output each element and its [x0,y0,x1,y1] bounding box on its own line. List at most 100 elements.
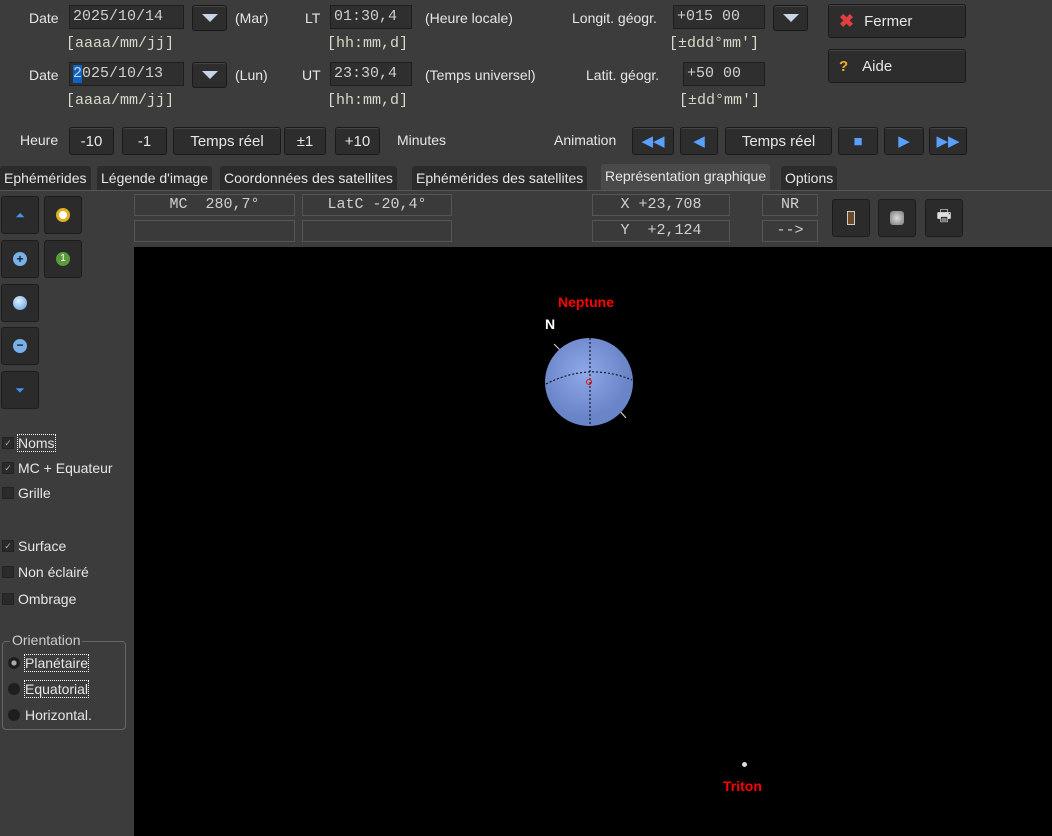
radio-label: Equatorial [23,680,90,698]
moon-label: Triton [723,778,762,794]
checkbox-mc-equateur[interactable]: ✓ MC + Equateur [2,460,113,476]
minus-1-button[interactable]: -1 [122,127,167,155]
date-lt-dropdown[interactable] [192,5,227,31]
lt-desc: (Heure locale) [425,10,513,26]
move-bottom-button[interactable]: ⏷ [1,371,39,409]
time-format-hint: [hh:mm,d] [327,35,409,52]
longitude-input[interactable]: +015 00 [673,5,765,29]
latc-readout: LatC -20,4° [302,194,452,216]
plus-1-button[interactable]: ±1 [284,127,326,155]
close-button[interactable]: ✖ Fermer [828,4,966,38]
empty-readout-2 [302,220,452,242]
radio-planetaire[interactable]: Planétaire [8,654,90,672]
ut-input[interactable]: 23:30,4 [330,62,412,86]
time-format-hint-2: [hh:mm,d] [327,92,409,109]
tab-coordonnees[interactable]: Coordonnées des satellites [220,166,397,190]
date-lt-label: Date [29,10,59,26]
checkbox-noms[interactable]: ✓ Noms [2,434,56,452]
radio-label: Horizontal. [25,707,92,723]
latitude-input[interactable]: +50 00 [683,62,765,86]
date-format-hint: [aaaa/mm/jj] [66,35,175,52]
longitude-dropdown[interactable] [773,5,808,31]
checkbox-grille[interactable]: Grille [2,485,51,501]
tab-options[interactable]: Options [781,166,838,190]
date-ut-input[interactable]: 2025/10/13 [69,62,184,86]
rewind-fast-button[interactable]: ◀◀ [632,127,674,155]
north-label: N [545,316,556,332]
orientation-title: Orientation [10,632,83,648]
move-top-button[interactable]: ⏶ [1,196,39,234]
stop-button[interactable]: ■ [838,127,878,155]
tab-ephemerides[interactable]: Ephémérides [0,166,91,190]
checkbox-empty [2,487,14,499]
date-ut-dropdown[interactable] [192,62,227,88]
lt-label: LT [305,10,321,26]
step-back-icon: ◀ [693,133,705,150]
minus-10-button[interactable]: -10 [69,127,114,155]
checkbox-surface[interactable]: ✓ Surface [2,538,66,554]
planet-label: Neptune [558,294,614,310]
animation-realtime-button[interactable]: Temps réel [725,127,832,155]
step-forward-icon: ▶ [898,133,910,150]
empty-readout-1 [134,220,295,242]
lt-input[interactable]: 01:30,4 [330,5,412,29]
check-icon: ✓ [2,540,14,552]
date-lt-input[interactable]: 2025/10/14 [69,5,184,29]
tab-representation-graphique[interactable]: Représentation graphique [601,164,771,190]
forward-fast-button[interactable]: ▶▶ [929,127,967,155]
arrow-readout[interactable]: --> [762,220,818,242]
checkbox-label: MC + Equateur [18,460,113,476]
radio-selected-icon [8,657,20,669]
target-ring-icon [56,208,70,222]
stop-icon: ■ [853,132,863,150]
center-button[interactable] [44,196,82,234]
neptune-disk [545,338,633,426]
latitude-format-hint: [±dd°mm'] [679,92,761,109]
checkbox-empty [2,593,14,605]
nr-readout: NR [762,194,818,216]
x-readout: X +23,708 [592,194,730,216]
date-ut-label: Date [29,67,59,83]
check-icon: ✓ [2,462,14,474]
move-top-icon: ⏶ [15,207,25,222]
radio-icon [8,683,20,695]
printer-icon: 🖶 [936,207,952,225]
radio-icon [8,709,20,721]
tab-legende[interactable]: Légende d'image [97,166,212,190]
close-label: Fermer [864,12,913,30]
print-button[interactable]: 🖶 [925,199,963,237]
film-icon [847,211,855,225]
number-one-icon: 1 [56,252,70,266]
zoom-reset-button[interactable] [1,284,39,322]
weekday-ut: (Lun) [235,67,268,83]
longitude-label: Longit. géogr. [572,10,657,26]
checkbox-label: Ombrage [18,591,77,607]
realtime-button[interactable]: Temps réel [173,127,281,155]
film-button[interactable] [832,199,870,237]
check-icon: ✓ [2,437,14,449]
zoom-out-icon: − [13,339,27,353]
step-back-button[interactable]: ◀ [680,127,718,155]
radio-equatorial[interactable]: Equatorial [8,680,90,698]
step-forward-button[interactable]: ▶ [884,127,924,155]
reset-1-button[interactable]: 1 [44,240,82,278]
ut-desc: (Temps universel) [425,67,536,83]
hour-label: Heure [20,132,59,148]
plus-10-button[interactable]: +10 [335,127,380,155]
checkbox-empty [2,566,14,578]
help-label: Aide [862,57,893,75]
radio-horizontal[interactable]: Horizontal. [8,707,92,723]
zoom-in-button[interactable]: + [1,240,39,278]
zoom-out-button[interactable]: − [1,327,39,365]
checkbox-non-eclaire[interactable]: Non éclairé [2,564,89,580]
checkbox-ombrage[interactable]: Ombrage [2,591,76,607]
checkbox-label: Surface [18,538,67,554]
help-button[interactable]: ? Aide [828,49,966,83]
tab-ephemerides-satellites[interactable]: Ephémérides des satellites [412,166,588,190]
date-ut-value: 2025/10/13 [73,65,164,82]
planet-image-button[interactable] [878,199,916,237]
planet-view[interactable]: Neptune N Triton [134,247,1052,836]
move-bottom-icon: ⏷ [15,382,25,397]
checkbox-label: Noms [17,434,56,452]
planet-sphere [545,338,633,426]
